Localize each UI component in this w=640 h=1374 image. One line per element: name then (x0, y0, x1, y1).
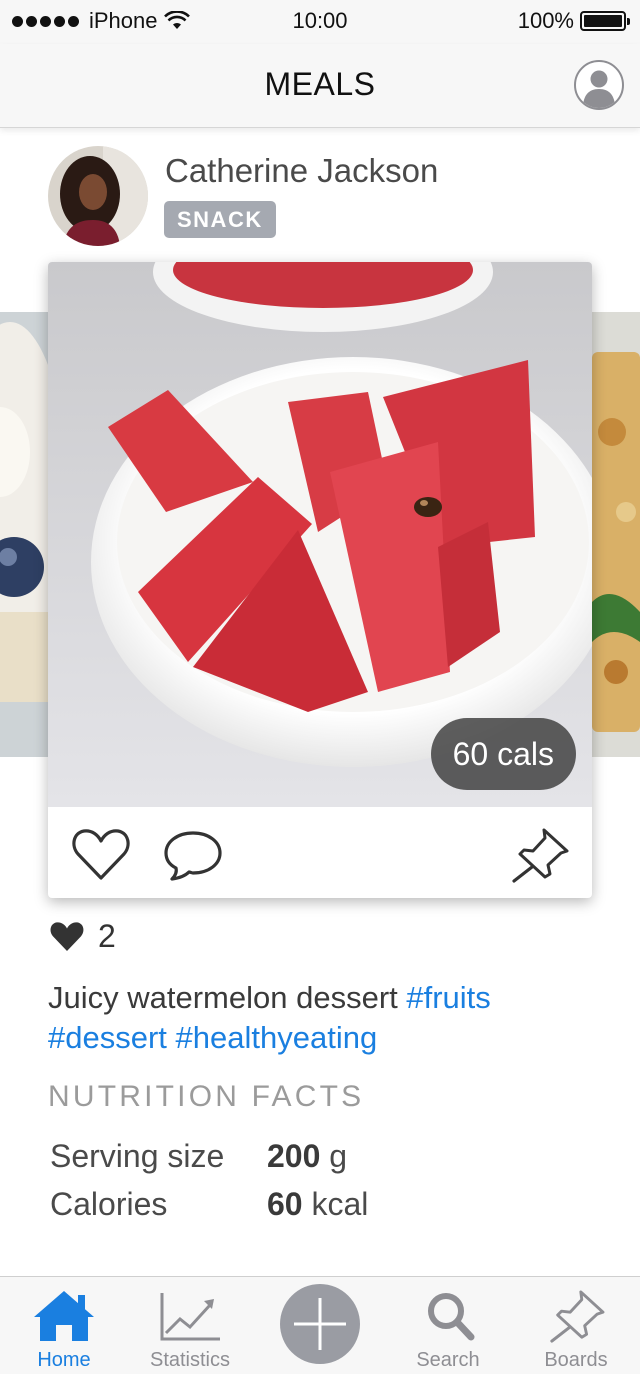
tab-label: Statistics (149, 1349, 231, 1371)
plus-icon (294, 1298, 346, 1350)
house-icon (34, 1291, 94, 1341)
hashtag-link[interactable]: #dessert (48, 1020, 167, 1055)
likes-count: 2 (98, 918, 116, 954)
pin-button[interactable] (508, 827, 570, 883)
nutrition-label: Calories (50, 1186, 168, 1222)
tab-home[interactable]: Home (0, 1277, 128, 1374)
page-title: MEALS (264, 66, 376, 102)
tab-label: Search (416, 1349, 480, 1371)
nutrition-amount: 60 (267, 1186, 303, 1222)
battery-icon (580, 11, 630, 31)
heart-outline-icon (72, 829, 130, 880)
speech-bubble-icon (164, 831, 222, 881)
card-actions (48, 807, 592, 898)
next-meal-photo[interactable] (592, 312, 640, 757)
navigation-bar: MEALS (0, 44, 640, 128)
previous-meal-photo[interactable] (0, 312, 50, 757)
nutrition-unit: g (329, 1138, 348, 1174)
pushpin-icon (512, 828, 569, 883)
nutrition-facts-heading: NUTRITION FACTS (48, 1080, 365, 1113)
likes-summary[interactable]: 2 (48, 918, 116, 955)
user-circle-icon (583, 70, 615, 108)
nutrition-amount: 200 (267, 1138, 321, 1174)
nutrition-value: 200 g (267, 1138, 347, 1175)
avatar[interactable] (48, 146, 148, 246)
like-button[interactable] (70, 827, 132, 883)
meal-card: 60 cals (48, 262, 592, 898)
description-text: Juicy watermelon dessert (48, 980, 398, 1015)
tab-label: Boards (544, 1349, 608, 1371)
pushpin-icon (550, 1290, 605, 1343)
meal-type-badge: SNACK (164, 201, 276, 238)
add-meal-button[interactable] (280, 1284, 360, 1364)
tab-boards[interactable]: Boards (512, 1277, 640, 1374)
status-bar: iPhone 10:00 100% (0, 0, 640, 44)
author-name[interactable]: Catherine Jackson (165, 152, 438, 190)
meal-photo[interactable]: 60 cals (48, 262, 592, 807)
magnifier-icon (428, 1293, 475, 1341)
calories-badge: 60 cals (430, 718, 576, 790)
tab-label: Home (37, 1349, 91, 1371)
hashtag-link[interactable]: #healthyeating (176, 1020, 378, 1055)
status-battery: 100% (517, 8, 630, 34)
nutrition-value: 60 kcal (267, 1186, 368, 1223)
battery-percent: 100% (517, 8, 574, 33)
chart-icon (160, 1293, 220, 1341)
nutrition-label: Serving size (50, 1138, 225, 1174)
post-description: Juicy watermelon dessert #fruits #desser… (48, 978, 608, 1058)
tab-search[interactable]: Search (384, 1277, 512, 1374)
profile-button[interactable] (574, 60, 624, 110)
nutrition-unit: kcal (311, 1186, 369, 1222)
heart-filled-icon (50, 921, 84, 951)
hashtag-link[interactable]: #fruits (406, 980, 490, 1015)
comment-button[interactable] (162, 827, 224, 883)
tab-statistics[interactable]: Statistics (126, 1277, 254, 1374)
